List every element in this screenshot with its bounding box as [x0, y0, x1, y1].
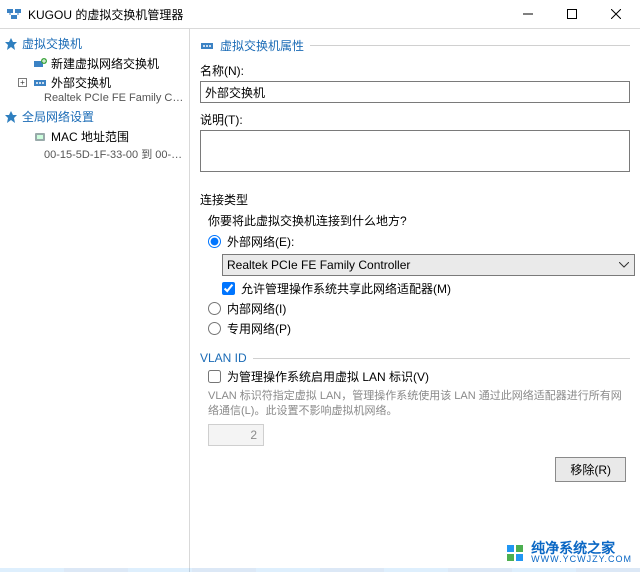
- watermark: 纯净系统之家 WWW.YCWJZY.COM: [505, 541, 632, 564]
- sidebar-item-external-switch[interactable]: + 外部交换机: [2, 73, 187, 92]
- radio-private[interactable]: 专用网络(P): [208, 320, 630, 337]
- sidebar-item-mac-range[interactable]: MAC 地址范围: [2, 127, 187, 146]
- radio-external[interactable]: 外部网络(E):: [208, 233, 630, 250]
- vlan-title: VLAN ID: [200, 351, 247, 365]
- adapter-select-wrap[interactable]: Realtek PCIe FE Family Controller: [222, 254, 635, 276]
- app-icon: [6, 6, 22, 22]
- divider: [253, 358, 630, 359]
- vlan-header: VLAN ID: [200, 351, 630, 365]
- vlan-description: VLAN 标识符指定虚拟 LAN，管理操作系统使用该 LAN 通过此网络适配器进…: [208, 389, 630, 420]
- sidebar-section-global: 全局网络设置: [4, 108, 187, 125]
- properties-panel: 虚拟交换机属性 名称(N): 说明(T): 连接类型 你要将此虚拟交换机连接到什…: [190, 29, 640, 572]
- sidebar-item-external-switch-sub: Realtek PCIe FE Family Controller: [2, 92, 187, 104]
- bottom-decoration: [0, 568, 640, 572]
- vlan-enable-label: 为管理操作系统启用虚拟 LAN 标识(V): [227, 368, 429, 385]
- connection-question: 你要将此虚拟交换机连接到什么地方?: [208, 212, 630, 229]
- radio-internal[interactable]: 内部网络(I): [208, 300, 630, 317]
- tree-label: 外部交换机: [51, 74, 111, 91]
- desc-textarea[interactable]: [200, 130, 630, 172]
- divider: [310, 45, 630, 46]
- sidebar-item-new-vswitch[interactable]: 新建虚拟网络交换机: [2, 54, 187, 73]
- radio-internal-input[interactable]: [208, 302, 221, 315]
- sidebar: 虚拟交换机 新建虚拟网络交换机 + 外部交换机 Realtek PCIe FE …: [0, 29, 190, 572]
- name-input[interactable]: [200, 81, 630, 103]
- expand-icon[interactable]: +: [18, 78, 27, 87]
- section-title: 全局网络设置: [22, 108, 94, 125]
- window-buttons: [506, 0, 638, 28]
- watermark-url: WWW.YCWJZY.COM: [531, 555, 632, 564]
- switch-icon: [33, 76, 47, 90]
- tree-label: MAC 地址范围: [51, 128, 129, 145]
- section-title: 虚拟交换机: [22, 35, 82, 52]
- vlan-enable-checkbox[interactable]: [208, 370, 221, 383]
- switch-icon: [200, 39, 214, 53]
- minimize-button[interactable]: [506, 0, 550, 28]
- radio-external-label: 外部网络(E):: [227, 233, 294, 250]
- vlan-id-input: [208, 424, 264, 446]
- allow-os-share[interactable]: 允许管理操作系统共享此网络适配器(M): [222, 280, 630, 297]
- switch-add-icon: [33, 57, 47, 71]
- panel-group-header: 虚拟交换机属性: [200, 37, 630, 54]
- close-button[interactable]: [594, 0, 638, 28]
- vlan-enable[interactable]: 为管理操作系统启用虚拟 LAN 标识(V): [208, 368, 630, 385]
- allow-os-share-checkbox[interactable]: [222, 282, 235, 295]
- radio-internal-label: 内部网络(I): [227, 300, 286, 317]
- radio-external-input[interactable]: [208, 235, 221, 248]
- window-title: KUGOU 的虚拟交换机管理器: [28, 6, 506, 23]
- title-bar: KUGOU 的虚拟交换机管理器: [0, 0, 640, 28]
- radio-private-label: 专用网络(P): [227, 320, 291, 337]
- group-title: 虚拟交换机属性: [220, 37, 304, 54]
- maximize-button[interactable]: [550, 0, 594, 28]
- nic-icon: [33, 130, 47, 144]
- adapter-select[interactable]: Realtek PCIe FE Family Controller: [222, 254, 635, 276]
- desc-label: 说明(T):: [200, 111, 630, 128]
- star-icon: [4, 110, 18, 124]
- remove-button[interactable]: 移除(R): [555, 457, 626, 482]
- connection-type-title: 连接类型: [200, 191, 630, 208]
- radio-private-input[interactable]: [208, 322, 221, 335]
- allow-os-share-label: 允许管理操作系统共享此网络适配器(M): [241, 280, 451, 297]
- name-label: 名称(N):: [200, 62, 630, 79]
- star-icon: [4, 37, 18, 51]
- sidebar-item-mac-range-sub: 00-15-5D-1F-33-00 到 00-15-5D-1...: [2, 146, 187, 162]
- watermark-logo-icon: [505, 543, 525, 563]
- tree-label: 新建虚拟网络交换机: [51, 55, 159, 72]
- sidebar-section-vswitch: 虚拟交换机: [4, 35, 187, 52]
